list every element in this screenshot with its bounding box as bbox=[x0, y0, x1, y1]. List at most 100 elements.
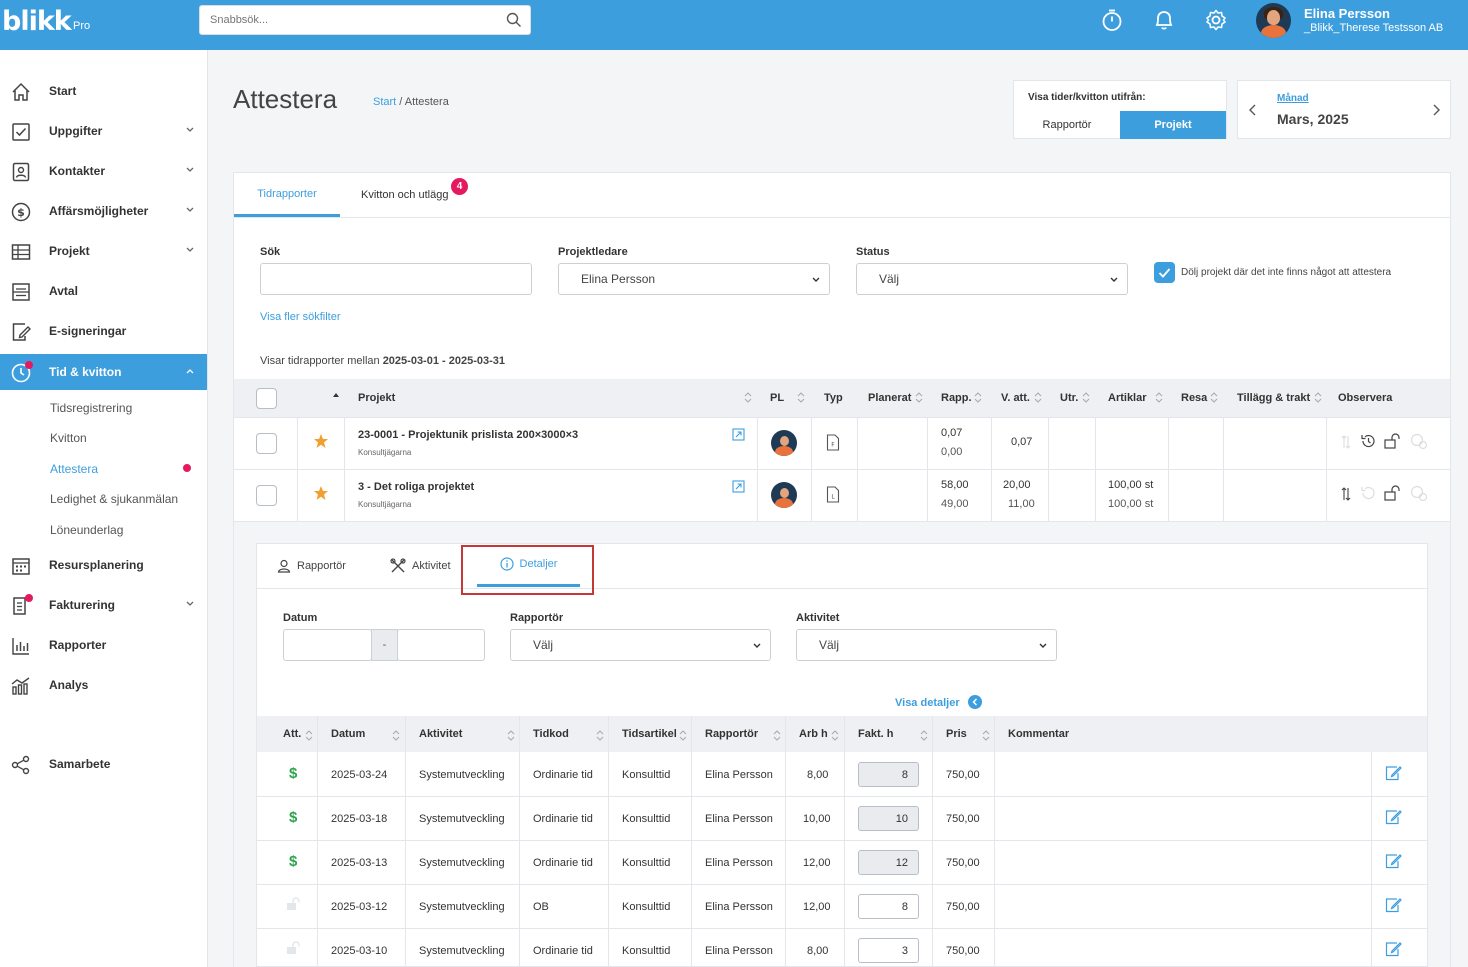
external-link-icon[interactable] bbox=[732, 480, 745, 493]
sort-icon[interactable] bbox=[915, 392, 923, 403]
star-icon[interactable] bbox=[313, 485, 329, 501]
col-tidkod[interactable]: Tidkod bbox=[533, 728, 569, 740]
col-typ[interactable]: Typ bbox=[824, 392, 843, 404]
reporter-select[interactable]: Välj bbox=[510, 629, 771, 661]
hide-projects-checkbox[interactable] bbox=[1154, 262, 1175, 283]
search-input[interactable] bbox=[199, 5, 531, 35]
date-from-input[interactable] bbox=[283, 629, 372, 661]
billable-dollar-icon[interactable]: $ bbox=[289, 853, 297, 870]
col-tillagg[interactable]: Tillägg & trakt bbox=[1237, 392, 1310, 404]
select-all-checkbox[interactable] bbox=[256, 388, 277, 409]
col-observera[interactable]: Observera bbox=[1338, 392, 1392, 404]
date-to-input[interactable] bbox=[397, 629, 485, 661]
sort-icon[interactable] bbox=[831, 730, 839, 741]
edit-icon[interactable] bbox=[1385, 941, 1402, 957]
more-filters-link[interactable]: Visa fler sökfilter bbox=[260, 311, 341, 323]
transfer-icon[interactable] bbox=[1341, 487, 1351, 501]
sort-icon[interactable] bbox=[797, 392, 805, 403]
sort-icon[interactable] bbox=[305, 730, 313, 741]
unlock-icon[interactable] bbox=[1384, 433, 1402, 449]
sort-icon[interactable] bbox=[982, 730, 990, 741]
sidebar-item-uppgifter[interactable]: Uppgifter bbox=[0, 113, 207, 149]
project-name[interactable]: 23-0001 - Projektunik prislista 200×3000… bbox=[358, 429, 578, 441]
edit-icon[interactable] bbox=[1385, 765, 1402, 781]
breadcrumb-link-start[interactable]: Start bbox=[373, 96, 396, 108]
sidebar-item-avtal[interactable]: Avtal bbox=[0, 273, 207, 309]
col-pris[interactable]: Pris bbox=[946, 728, 967, 740]
sidebar-item-tid-kvitton[interactable]: Tid & kvitton bbox=[0, 354, 207, 390]
sort-icon[interactable] bbox=[974, 392, 982, 403]
fakt-h-input[interactable]: 8 bbox=[858, 894, 919, 919]
row-checkbox[interactable] bbox=[256, 433, 277, 454]
period-type[interactable]: Månad bbox=[1277, 93, 1309, 104]
chevron-right-icon[interactable] bbox=[1431, 103, 1441, 117]
edit-icon[interactable] bbox=[1385, 897, 1402, 913]
fakt-h-input[interactable]: 3 bbox=[858, 938, 919, 963]
sort-icon[interactable] bbox=[507, 730, 515, 741]
edit-icon[interactable] bbox=[1385, 853, 1402, 869]
unlock-icon[interactable] bbox=[1384, 485, 1402, 501]
col-v-att[interactable]: V. att. bbox=[1001, 392, 1030, 404]
user-avatar[interactable] bbox=[1256, 3, 1291, 38]
search-icon[interactable] bbox=[506, 12, 522, 28]
col-arb-h[interactable]: Arb h bbox=[799, 728, 828, 740]
col-planerat[interactable]: Planerat bbox=[868, 392, 911, 404]
user-name[interactable]: Elina Persson bbox=[1304, 6, 1390, 21]
sidebar-item-projekt[interactable]: Projekt bbox=[0, 233, 207, 269]
stopwatch-icon[interactable] bbox=[1100, 8, 1124, 32]
sort-icon[interactable] bbox=[744, 392, 752, 403]
collapse-left-icon[interactable] bbox=[968, 695, 982, 709]
sort-icon[interactable] bbox=[1210, 392, 1218, 403]
col-rapp[interactable]: Rapp. bbox=[941, 392, 972, 404]
col-kommentar[interactable]: Kommentar bbox=[1008, 728, 1069, 740]
sidebar-subitem-ledighet[interactable]: Ledighet & sjukanmälan bbox=[50, 492, 178, 506]
sort-icon[interactable] bbox=[1314, 392, 1322, 403]
sidebar-item-e-signeringar[interactable]: E-signeringar bbox=[0, 313, 207, 349]
row-checkbox[interactable] bbox=[256, 485, 277, 506]
col-utr[interactable]: Utr. bbox=[1060, 392, 1078, 404]
col-att[interactable]: Att. bbox=[283, 728, 301, 740]
sidebar-item-fakturering[interactable]: Fakturering bbox=[0, 587, 207, 623]
activity-select[interactable]: Välj bbox=[796, 629, 1057, 661]
sort-icon[interactable] bbox=[773, 730, 781, 741]
bell-icon[interactable] bbox=[1152, 8, 1176, 32]
sort-icon[interactable] bbox=[1155, 392, 1163, 403]
sort-icon[interactable] bbox=[1082, 392, 1090, 403]
sidebar-subitem-loneunderlag[interactable]: Löneunderlag bbox=[50, 523, 123, 537]
sort-icon[interactable] bbox=[1034, 392, 1042, 403]
col-datum[interactable]: Datum bbox=[331, 728, 365, 740]
sidebar-item-analys[interactable]: Analys bbox=[0, 667, 207, 703]
sort-icon[interactable] bbox=[679, 730, 687, 741]
edit-icon[interactable] bbox=[1385, 809, 1402, 825]
sidebar-subitem-tidsregistrering[interactable]: Tidsregistrering bbox=[50, 401, 132, 415]
view-option-rapportor[interactable]: Rapportör bbox=[1014, 111, 1120, 139]
star-icon[interactable] bbox=[313, 433, 329, 449]
col-pl[interactable]: PL bbox=[770, 392, 784, 404]
sort-asc-icon[interactable] bbox=[332, 392, 340, 398]
detail-tab-aktivitet[interactable]: Aktivitet bbox=[390, 544, 451, 588]
external-link-icon[interactable] bbox=[732, 428, 745, 441]
col-fakt-h[interactable]: Fakt. h bbox=[858, 728, 893, 740]
detail-tab-rapportor[interactable]: Rapportör bbox=[277, 544, 346, 588]
sidebar-item-kontakter[interactable]: Kontakter bbox=[0, 153, 207, 189]
billable-dollar-icon[interactable]: $ bbox=[289, 809, 297, 826]
sidebar-item-affarsmojligheter[interactable]: $ Affärsmöjligheter bbox=[0, 193, 207, 229]
tab-tidrapporter[interactable]: Tidrapporter bbox=[234, 173, 340, 217]
sidebar-item-rapporter[interactable]: Rapporter bbox=[0, 627, 207, 663]
sidebar-subitem-kvitton[interactable]: Kvitton bbox=[50, 431, 87, 445]
show-details-link[interactable]: Visa detaljer bbox=[895, 697, 960, 709]
project-leader-select[interactable]: Elina Persson bbox=[558, 263, 830, 295]
sort-icon[interactable] bbox=[596, 730, 604, 741]
status-select[interactable]: Välj bbox=[856, 263, 1128, 295]
sidebar-item-samarbete[interactable]: Samarbete bbox=[0, 746, 207, 782]
history-icon[interactable] bbox=[1360, 433, 1376, 449]
gear-icon[interactable] bbox=[1204, 8, 1228, 32]
col-rapportor[interactable]: Rapportör bbox=[705, 728, 758, 740]
unlock-icon[interactable] bbox=[286, 941, 302, 955]
sort-icon[interactable] bbox=[920, 730, 928, 741]
sort-icon[interactable] bbox=[392, 730, 400, 741]
search-field[interactable] bbox=[260, 263, 532, 295]
col-artiklar[interactable]: Artiklar bbox=[1108, 392, 1147, 404]
view-option-projekt[interactable]: Projekt bbox=[1120, 111, 1226, 139]
unlock-icon[interactable] bbox=[286, 897, 302, 911]
